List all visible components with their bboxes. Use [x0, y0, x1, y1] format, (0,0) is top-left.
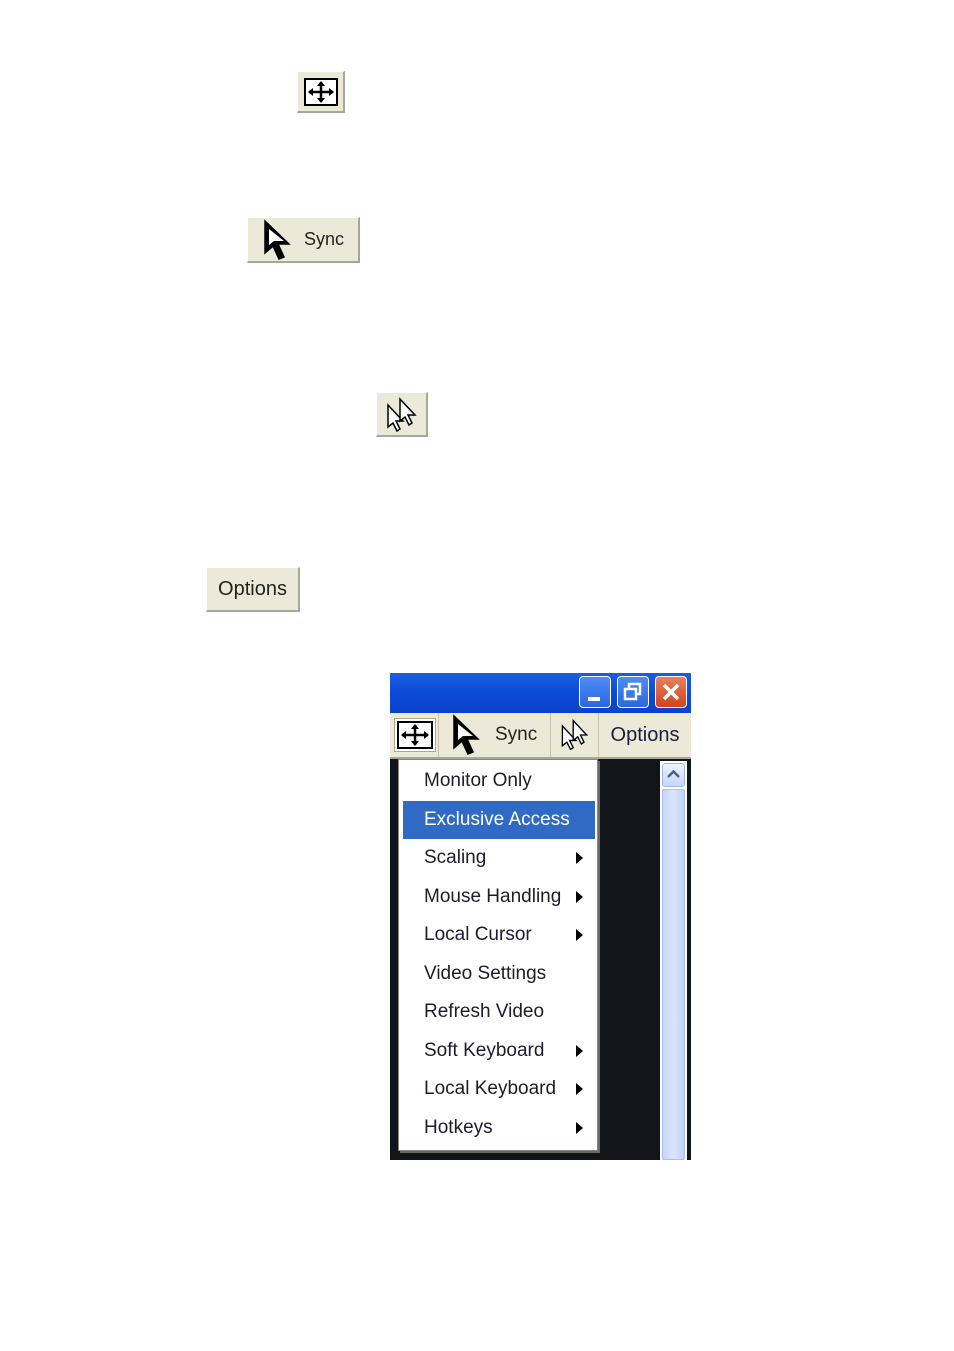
menu-item-label: Video Settings [424, 963, 547, 984]
scroll-thumb[interactable] [662, 789, 685, 1160]
fit-to-window-button[interactable] [297, 71, 345, 113]
menu-item-mouse-handling[interactable]: Mouse Handling [403, 878, 595, 916]
close-icon [662, 683, 680, 701]
menu-item-label: Refresh Video [424, 1001, 545, 1022]
menu-item-local-cursor[interactable]: Local Cursor [403, 916, 595, 954]
menu-item-exclusive-access[interactable]: Exclusive Access [403, 801, 595, 839]
toolbar-sync-button[interactable]: Sync [439, 713, 551, 757]
menu-item-label: Monitor Only [424, 770, 532, 791]
toolbar: Sync Options [390, 713, 691, 759]
scroll-up-button[interactable] [662, 763, 685, 787]
vertical-scrollbar[interactable] [660, 761, 687, 1160]
menu-item-scaling[interactable]: Scaling [403, 839, 595, 877]
menu-item-label: Local Cursor [424, 924, 532, 945]
minimize-button[interactable] [579, 676, 611, 708]
menu-item-label: Soft Keyboard [424, 1040, 545, 1061]
menu-item-video-settings[interactable]: Video Settings [403, 955, 595, 993]
submenu-arrow-icon [576, 1045, 583, 1057]
submenu-arrow-icon [576, 929, 583, 941]
arrow-cursor-icon [453, 714, 480, 755]
submenu-arrow-icon [576, 1083, 583, 1095]
dual-cursor-icon [387, 397, 417, 433]
submenu-arrow-icon [576, 1122, 583, 1134]
menu-item-monitor-only[interactable]: Monitor Only [403, 762, 595, 800]
arrow-cursor-icon [264, 218, 291, 260]
menu-item-local-keyboard[interactable]: Local Keyboard [403, 1070, 595, 1108]
menu-item-refresh-video[interactable]: Refresh Video [403, 993, 595, 1031]
fit-to-window-icon [395, 719, 435, 751]
options-button[interactable]: Options [206, 567, 300, 612]
chevron-up-icon [667, 769, 680, 778]
toolbar-options-button[interactable]: Options [599, 713, 691, 757]
menu-item-label: Exclusive Access [424, 809, 570, 830]
menu-item-label: Scaling [424, 847, 487, 868]
dual-cursor-icon [561, 718, 588, 751]
toolbar-dual-cursor-button[interactable] [551, 713, 599, 757]
minimize-icon [588, 697, 600, 701]
restore-icon [623, 682, 642, 701]
menu-item-soft-keyboard[interactable]: Soft Keyboard [403, 1032, 595, 1070]
menu-item-label: Local Keyboard [424, 1078, 557, 1099]
dual-cursor-button[interactable] [376, 392, 428, 437]
submenu-arrow-icon [576, 852, 583, 864]
sync-button[interactable]: Sync [247, 217, 360, 263]
menu-item-hotkeys[interactable]: Hotkeys [403, 1109, 595, 1147]
menu-item-label: Mouse Handling [424, 886, 562, 907]
restore-button[interactable] [617, 676, 649, 708]
menu-item-label: Hotkeys [424, 1117, 493, 1138]
viewer-window: Sync Options Monitor Only Exclusive Acce… [390, 673, 691, 1160]
sync-label: Sync [304, 229, 345, 249]
toolbar-fit-button[interactable] [392, 713, 439, 757]
title-bar [390, 673, 691, 713]
close-button[interactable] [655, 676, 687, 708]
fit-to-window-icon [304, 78, 338, 106]
submenu-arrow-icon [576, 891, 583, 903]
sync-label: Sync [495, 724, 538, 745]
options-label: Options [610, 723, 680, 746]
options-menu: Monitor Only Exclusive Access Scaling Mo… [398, 759, 598, 1151]
